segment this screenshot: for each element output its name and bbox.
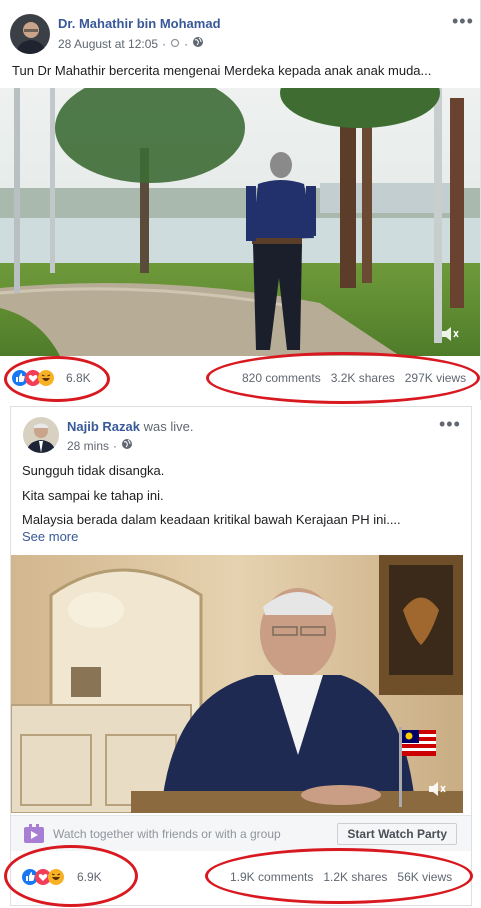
post-text-line-2: Kita sampai ke tahap ini. xyxy=(22,488,164,503)
author-name[interactable]: Dr. Mahathir bin Mohamad xyxy=(58,16,221,31)
separator-dot: · xyxy=(162,36,167,51)
more-options-icon[interactable]: ••• xyxy=(439,415,461,433)
post-text-line-3: Malaysia berada dalam keadaan kritikal b… xyxy=(22,512,401,527)
mute-icon[interactable] xyxy=(440,326,460,347)
views-count: 297K views xyxy=(404,371,467,385)
comments-count[interactable]: 1.9K comments xyxy=(230,870,313,884)
timestamp[interactable]: 28 August at 12:05 xyxy=(58,37,158,51)
haha-icon xyxy=(38,370,54,386)
start-watch-party-button[interactable]: Start Watch Party xyxy=(337,823,457,845)
post-text-line-1: Sungguh tidak disangka. xyxy=(22,463,165,478)
separator-dot: · xyxy=(113,438,118,453)
see-more-link[interactable]: See more xyxy=(22,529,78,544)
shares-count[interactable]: 1.2K shares xyxy=(323,870,387,884)
separator-dot: · xyxy=(184,36,189,51)
live-video[interactable] xyxy=(11,555,463,813)
watch-party-icon xyxy=(23,824,45,849)
author-suffix: was live. xyxy=(139,419,194,434)
sync-icon xyxy=(170,37,180,51)
author-link[interactable]: Najib Razak xyxy=(67,419,140,434)
author-name: Najib Razak was live. xyxy=(67,419,193,434)
haha-icon xyxy=(48,869,64,885)
post-stats: 820 comments 3.2K shares 297K views xyxy=(242,371,466,385)
post-meta: 28 August at 12:05 · · xyxy=(58,36,204,51)
post-video[interactable] xyxy=(0,88,480,356)
watch-party-text: Watch together with friends or with a gr… xyxy=(53,827,281,841)
globe-icon[interactable] xyxy=(192,36,204,51)
post-najib: Najib Razak was live. 28 mins · ••• Sung… xyxy=(10,406,472,906)
comments-count[interactable]: 820 comments xyxy=(242,371,321,385)
reaction-icons[interactable] xyxy=(12,370,54,386)
shares-count[interactable]: 3.2K shares xyxy=(331,371,395,385)
more-options-icon[interactable]: ••• xyxy=(452,12,474,30)
post-stats: 1.9K comments 1.2K shares 56K views xyxy=(230,870,452,884)
avatar[interactable] xyxy=(23,417,59,453)
avatar[interactable] xyxy=(10,14,50,54)
timestamp[interactable]: 28 mins xyxy=(67,439,109,453)
post-meta: 28 mins · xyxy=(67,438,133,453)
views-count: 56K views xyxy=(397,870,453,884)
watch-party-bar: Watch together with friends or with a gr… xyxy=(11,815,471,851)
globe-icon[interactable] xyxy=(121,438,133,453)
reaction-count[interactable]: 6.9K xyxy=(77,870,102,884)
reaction-icons[interactable] xyxy=(22,869,64,885)
reaction-count[interactable]: 6.8K xyxy=(66,371,91,385)
post-mahathir: Dr. Mahathir bin Mohamad 28 August at 12… xyxy=(0,0,481,400)
mute-icon[interactable] xyxy=(427,781,447,802)
post-text: Tun Dr Mahathir bercerita mengenai Merde… xyxy=(12,63,432,78)
